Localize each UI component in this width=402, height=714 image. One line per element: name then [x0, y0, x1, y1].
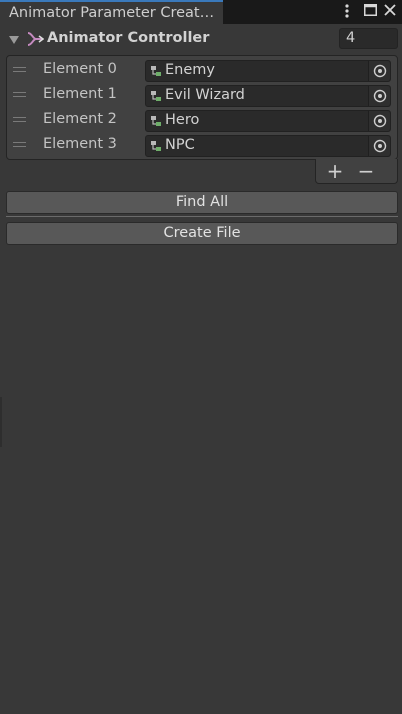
- element-label: Element 0: [43, 61, 117, 77]
- remove-element-button[interactable]: −: [351, 160, 381, 182]
- window-tab-title: Animator Parameter Creat…: [9, 5, 215, 21]
- maximize-icon[interactable]: [361, 2, 379, 22]
- animator-controller-label: Animator Controller: [47, 30, 210, 46]
- animator-controller-icon: [26, 31, 45, 51]
- array-size-field[interactable]: 4: [339, 28, 398, 49]
- object-name: Enemy: [165, 62, 215, 78]
- element-label: Element 2: [43, 111, 117, 127]
- object-name: NPC: [165, 137, 195, 153]
- add-element-button[interactable]: +: [320, 160, 350, 182]
- foldout-arrow-icon[interactable]: [9, 33, 19, 49]
- window-edge: [0, 397, 2, 447]
- animator-controller-header: Animator Controller 4: [0, 26, 402, 52]
- object-name: Hero: [165, 112, 200, 128]
- list-footer: + −: [315, 159, 398, 184]
- object-field[interactable]: Evil Wizard: [145, 85, 391, 107]
- animator-controller-asset-icon: [150, 90, 162, 106]
- object-field[interactable]: Hero: [145, 110, 391, 132]
- object-field[interactable]: Enemy: [145, 60, 391, 82]
- window-tab[interactable]: Animator Parameter Creat…: [0, 0, 223, 24]
- object-field[interactable]: NPC: [145, 135, 391, 157]
- list-item: Element 0 Enemy: [7, 58, 397, 83]
- drag-handle-icon[interactable]: [13, 117, 26, 123]
- element-label: Element 1: [43, 86, 117, 102]
- list-item: Element 1 Evil Wizard: [7, 83, 397, 108]
- animator-controller-asset-icon: [150, 140, 162, 156]
- object-name: Evil Wizard: [165, 87, 245, 103]
- window-tab-bar: Animator Parameter Creat…: [0, 0, 402, 24]
- create-file-button[interactable]: Create File: [6, 222, 398, 245]
- list-item: Element 2 Hero: [7, 108, 397, 133]
- close-icon[interactable]: [381, 2, 399, 22]
- object-picker-icon[interactable]: [368, 136, 390, 156]
- drag-handle-icon[interactable]: [13, 92, 26, 98]
- controller-list: Element 0 Enemy Element 1 Evil Wizard El…: [6, 55, 398, 160]
- animator-controller-asset-icon: [150, 115, 162, 131]
- drag-handle-icon[interactable]: [13, 142, 26, 148]
- kebab-menu-icon[interactable]: [338, 2, 356, 22]
- element-label: Element 3: [43, 136, 117, 152]
- object-picker-icon[interactable]: [368, 61, 390, 81]
- list-item: Element 3 NPC: [7, 133, 397, 158]
- animator-controller-asset-icon: [150, 65, 162, 81]
- divider: [6, 216, 398, 217]
- object-picker-icon[interactable]: [368, 111, 390, 131]
- object-picker-icon[interactable]: [368, 86, 390, 106]
- find-all-button[interactable]: Find All: [6, 191, 398, 214]
- drag-handle-icon[interactable]: [13, 67, 26, 73]
